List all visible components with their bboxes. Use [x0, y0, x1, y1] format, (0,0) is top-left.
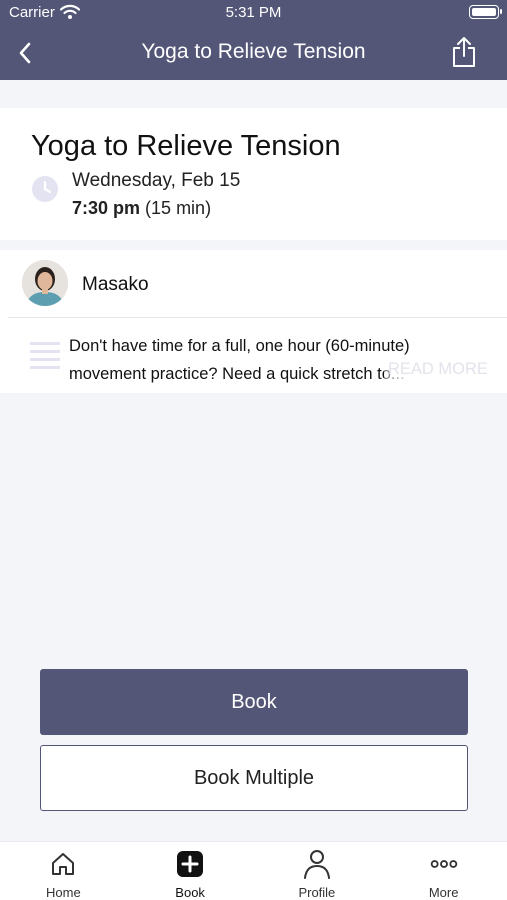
tab-book[interactable]: Book: [127, 842, 254, 900]
share-icon: [453, 37, 475, 67]
status-time: 5:31 PM: [225, 4, 282, 21]
more-dots-icon: [430, 850, 458, 878]
avatar[interactable]: [22, 260, 68, 306]
tab-home[interactable]: Home: [0, 842, 127, 900]
person-icon: [303, 850, 331, 879]
home-icon: [49, 850, 77, 878]
tab-home-label: Home: [46, 885, 81, 900]
tab-profile[interactable]: Profile: [254, 842, 381, 900]
class-info-card: Yoga to Relieve Tension Wednesday, Feb 1…: [0, 108, 507, 240]
teacher-name[interactable]: Masako: [82, 274, 149, 296]
share-button[interactable]: [447, 34, 481, 70]
class-title: Yoga to Relieve Tension: [31, 130, 341, 162]
clock-icon: [32, 176, 58, 202]
nav-title: Yoga to Relieve Tension: [141, 40, 366, 63]
class-date: Wednesday, Feb 15: [72, 170, 241, 191]
tab-book-label: Book: [175, 885, 205, 900]
tab-bar: Home Book Profile More: [0, 841, 507, 900]
divider: [8, 317, 507, 318]
plus-square-icon: [176, 850, 204, 878]
book-multiple-button[interactable]: Book Multiple: [40, 745, 468, 811]
tab-more-label: More: [428, 885, 459, 900]
class-time-row: 7:30 pm (15 min): [72, 198, 211, 219]
tab-profile-label: Profile: [298, 885, 336, 900]
read-more-link[interactable]: READ MORE: [384, 360, 488, 379]
class-duration: (15 min): [145, 198, 212, 218]
book-button[interactable]: Book: [40, 669, 468, 735]
description-icon: [30, 342, 60, 369]
class-start-time: 7:30 pm: [72, 198, 141, 218]
tab-more[interactable]: More: [380, 842, 507, 900]
nav-bar: Yoga to Relieve Tension: [0, 30, 507, 76]
chevron-left-icon: [19, 42, 31, 64]
app-header: Carrier 5:31 PM Yoga to Relieve Tension: [0, 0, 507, 80]
description-text: Don't have time for a full, one hour (60…: [69, 337, 410, 383]
back-button[interactable]: [8, 36, 42, 70]
status-bar: Carrier 5:31 PM: [0, 0, 507, 26]
battery-icon: [469, 5, 502, 19]
teacher-description-card: Masako Don't have time for a full, one h…: [0, 250, 507, 393]
